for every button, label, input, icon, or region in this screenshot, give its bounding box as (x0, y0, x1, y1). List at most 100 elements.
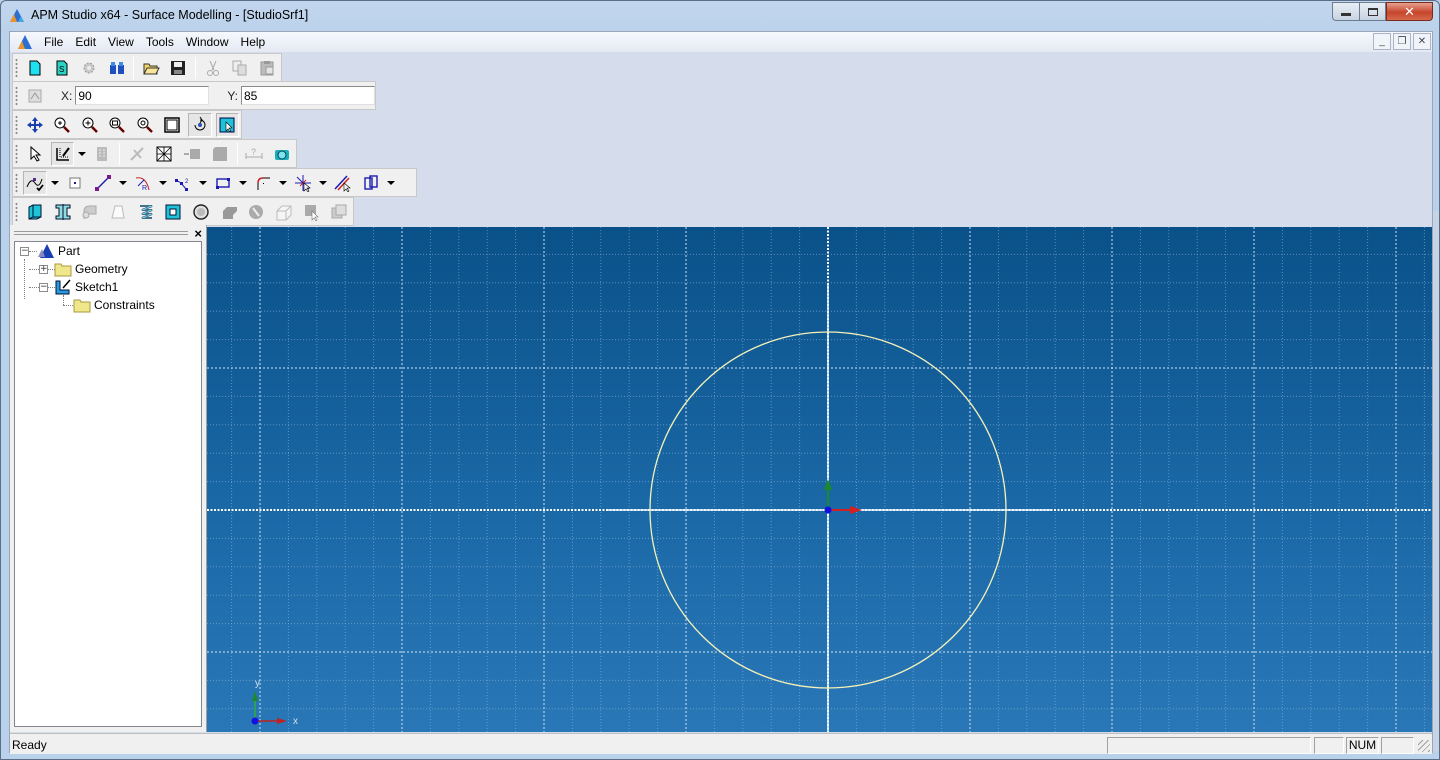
cut-button[interactable] (201, 56, 224, 80)
tree-item-sketch1[interactable]: − Sketch1 (39, 278, 118, 296)
constraint-button[interactable] (125, 142, 149, 166)
zoom-in-out-button[interactable] (51, 113, 75, 137)
new-document-button[interactable] (23, 56, 46, 80)
menu-tools[interactable]: Tools (140, 32, 180, 52)
box-button[interactable] (272, 200, 296, 224)
maximize-icon (1367, 7, 1378, 16)
maximize-button[interactable] (1359, 2, 1386, 21)
fillet-edge-button[interactable] (217, 200, 241, 224)
menu-view[interactable]: View (102, 32, 140, 52)
paste-button[interactable] (256, 56, 279, 80)
polyline-dropdown[interactable] (197, 171, 209, 195)
line-button[interactable] (91, 171, 115, 195)
shell-button[interactable] (106, 200, 130, 224)
revolve-surface-button[interactable] (51, 200, 75, 224)
tree-item-part[interactable]: − Part (20, 242, 80, 260)
shell-round-button[interactable] (244, 200, 268, 224)
menu-bar: File Edit View Tools Window Help _ ❐ ✕ (10, 32, 1432, 52)
select-feature-button[interactable] (300, 200, 324, 224)
mirror-button[interactable] (359, 171, 383, 195)
box-icon (276, 205, 292, 220)
pan-button[interactable] (23, 113, 47, 137)
panel-drag-grip[interactable] (14, 231, 188, 235)
fillet-dropdown[interactable] (277, 171, 289, 195)
line-dropdown[interactable] (117, 171, 129, 195)
circle-ring-button[interactable] (189, 200, 213, 224)
mdi-restore-button[interactable]: ❐ (1393, 33, 1411, 50)
fit-all-button[interactable] (161, 113, 185, 137)
select-view-button[interactable] (215, 112, 239, 137)
collapse-toggle[interactable]: − (39, 282, 48, 292)
fillet-button[interactable] (251, 171, 275, 195)
extrude-sketch-button[interactable] (180, 142, 204, 166)
expand-toggle[interactable]: + (39, 264, 48, 274)
minimize-icon: _ (1379, 36, 1385, 47)
polyline-button[interactable]: 2 (171, 171, 195, 195)
title-bar[interactable]: APM Studio x64 - Surface Modelling - [St… (1, 1, 1439, 31)
menu-file[interactable]: File (38, 32, 69, 52)
spline-dropdown[interactable] (49, 171, 61, 195)
menu-edit[interactable]: Edit (69, 32, 102, 52)
tree-item-constraints[interactable]: Constraints (73, 296, 155, 314)
arc-dropdown[interactable] (157, 171, 169, 195)
hole-square-button[interactable] (161, 200, 185, 224)
resize-grip[interactable] (1418, 740, 1430, 752)
menu-window[interactable]: Window (180, 32, 235, 52)
tree-item-label: Sketch1 (75, 280, 119, 294)
sketch-mode-button[interactable] (50, 141, 75, 166)
rotate-button[interactable] (188, 112, 212, 137)
extrude-surface-button[interactable] (23, 200, 47, 224)
y-coordinate-input[interactable] (241, 86, 375, 105)
coordinates-button[interactable] (23, 84, 47, 108)
spline-button[interactable] (23, 170, 47, 195)
y-coordinate-label: Y: (227, 88, 238, 103)
trim-button[interactable] (291, 171, 315, 195)
menu-help[interactable]: Help (235, 32, 272, 52)
select-pointer-button[interactable] (23, 142, 47, 166)
tree-item-label: Constraints (94, 298, 155, 312)
sketch-mode-dropdown[interactable] (76, 142, 88, 166)
close-button[interactable]: ✕ (1386, 2, 1433, 21)
table-button[interactable] (90, 142, 114, 166)
rectangle-dropdown[interactable] (237, 171, 249, 195)
settings-button[interactable] (78, 56, 101, 80)
trim-dropdown[interactable] (317, 171, 329, 195)
point-button[interactable] (63, 171, 87, 195)
minimize-button[interactable] (1332, 2, 1359, 21)
arc-button[interactable]: R (131, 171, 155, 195)
camera-view-button[interactable] (270, 142, 294, 166)
extrude-arrow-icon (184, 148, 201, 159)
zoom-in-button[interactable] (78, 113, 102, 137)
mdi-minimize-button[interactable]: _ (1373, 33, 1391, 50)
tree-item-geometry[interactable]: + Geometry (39, 260, 128, 278)
open-button[interactable] (139, 56, 162, 80)
mdi-close-button[interactable]: ✕ (1413, 33, 1431, 50)
new-sketch-button[interactable]: S (50, 56, 73, 80)
zoom-previous-button[interactable] (133, 113, 157, 137)
x-coordinate-input[interactable] (75, 86, 210, 105)
document-app-icon[interactable] (16, 34, 34, 50)
pattern-button[interactable] (327, 200, 351, 224)
sketch-viewport[interactable]: yx (207, 227, 1432, 732)
coordinates-toolbar: X: Y: (12, 81, 376, 110)
dimension-button[interactable]: ? (243, 142, 267, 166)
zoom-window-button[interactable] (106, 113, 130, 137)
hatch-button[interactable] (153, 142, 177, 166)
sketch-icon (55, 279, 71, 295)
offset-line-button[interactable] (331, 171, 355, 195)
solid-button[interactable] (208, 142, 232, 166)
save-button[interactable] (167, 56, 190, 80)
spiral-button[interactable] (134, 200, 158, 224)
rectangle-button[interactable] (211, 171, 235, 195)
panel-close-icon[interactable]: × (194, 226, 202, 241)
svg-text:S: S (59, 65, 64, 74)
find-button[interactable] (105, 56, 128, 80)
viewport-canvas[interactable]: yx (207, 227, 1432, 732)
shell-round-icon (249, 204, 264, 219)
collapse-toggle[interactable]: − (20, 246, 29, 256)
copy-button[interactable] (228, 56, 251, 80)
binoculars-icon (109, 61, 124, 74)
mirror-dropdown[interactable] (385, 171, 397, 195)
svg-text:R: R (142, 185, 147, 192)
loft-button[interactable] (78, 200, 102, 224)
